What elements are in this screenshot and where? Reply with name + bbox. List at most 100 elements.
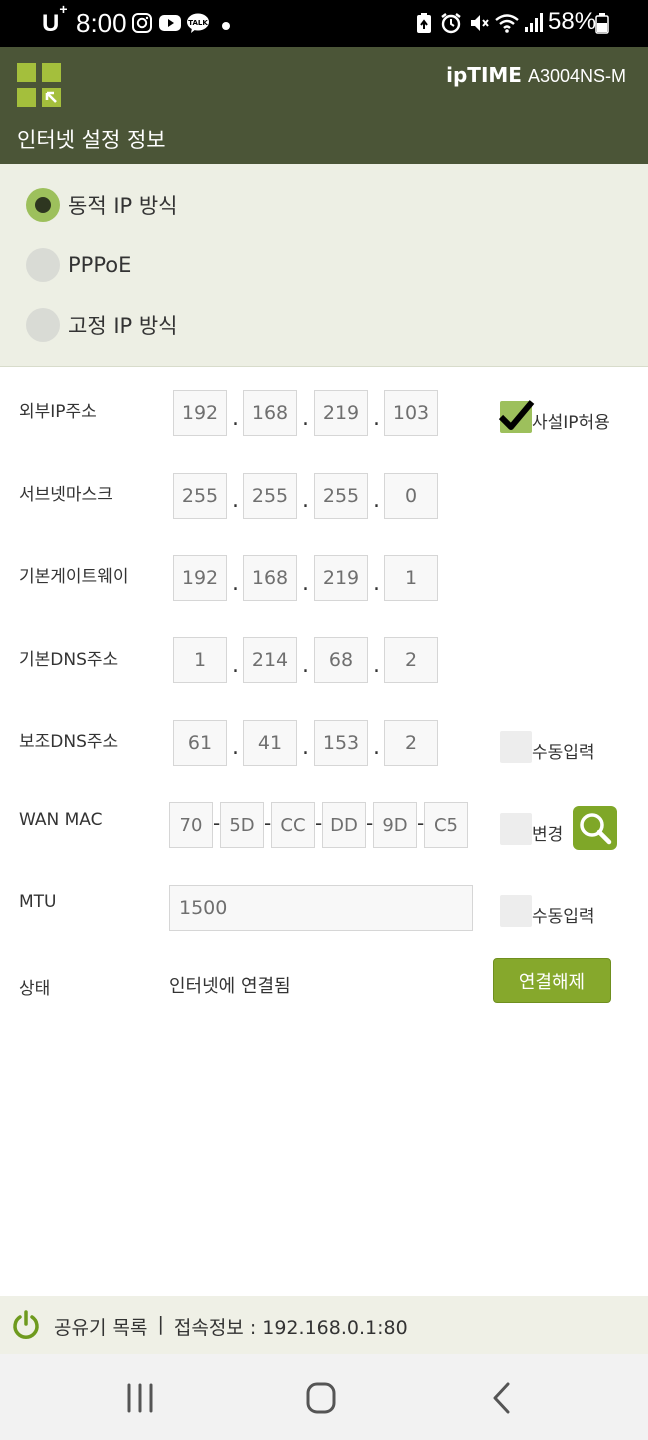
wan-mac-part-1[interactable]: 70 xyxy=(169,802,213,848)
mode-label: PPPoE xyxy=(68,253,132,277)
disconnect-button[interactable]: 연결해제 xyxy=(493,958,611,1003)
private-ip-label: 사설IP허용 xyxy=(532,413,610,433)
power-icon[interactable] xyxy=(10,1309,42,1341)
primary-dns-label: 기본DNS주소 xyxy=(19,650,119,670)
external-ip-octet-4[interactable]: 103 xyxy=(384,390,438,436)
recent-apps-icon[interactable] xyxy=(120,1380,160,1416)
primary-dns-octet-1[interactable]: 1 xyxy=(173,637,227,683)
app-header: ipTIME A3004NS-M 인터넷 설정 정보 xyxy=(0,47,648,164)
youtube-icon xyxy=(159,15,181,31)
mac-search-button[interactable] xyxy=(573,806,617,850)
dot-separator: . xyxy=(302,571,309,596)
gateway-label: 기본게이트웨이 xyxy=(19,567,129,587)
system-nav-bar xyxy=(0,1354,648,1440)
dot-separator: . xyxy=(232,735,239,760)
manual-dns-checkbox[interactable] xyxy=(500,731,532,763)
private-ip-checkbox[interactable] xyxy=(498,400,535,433)
notification-dot xyxy=(222,22,230,30)
subnet-mask-label: 서브넷마스크 xyxy=(19,485,113,505)
mode-pppoe[interactable]: PPPoE xyxy=(26,245,131,285)
connection-mode-group: 동적 IP 방식 PPPoE 고정 IP 방식 xyxy=(0,164,648,367)
primary-dns-octet-2[interactable]: 214 xyxy=(243,637,297,683)
manual-mtu-checkbox[interactable] xyxy=(500,895,532,927)
alarm-icon xyxy=(441,13,461,34)
svg-text:TALK: TALK xyxy=(188,19,208,27)
gateway-octet-3[interactable]: 219 xyxy=(314,555,368,601)
secondary-dns-label: 보조DNS주소 xyxy=(19,732,119,752)
instagram-icon xyxy=(132,13,152,33)
subnet-mask-octet-4[interactable]: 0 xyxy=(384,473,438,519)
dot-separator: . xyxy=(373,488,380,513)
primary-dns-octet-3[interactable]: 68 xyxy=(314,637,368,683)
external-ip-octet-3[interactable]: 219 xyxy=(314,390,368,436)
dot-separator: . xyxy=(232,488,239,513)
secondary-dns-octet-4[interactable]: 2 xyxy=(384,720,438,766)
dot-separator: . xyxy=(373,571,380,596)
footer-bar: 공유기 목록 | 접속정보 : 192.168.0.1:80 xyxy=(0,1296,648,1354)
secondary-dns-octet-3[interactable]: 153 xyxy=(314,720,368,766)
subnet-mask-octet-3[interactable]: 255 xyxy=(314,473,368,519)
brand: ipTIME A3004NS-M xyxy=(446,63,626,87)
app-logo[interactable] xyxy=(17,63,61,107)
wan-mac-part-5[interactable]: 9D xyxy=(373,802,417,848)
dot-separator: . xyxy=(373,735,380,760)
dot-separator: . xyxy=(373,653,380,678)
external-ip-octet-2[interactable]: 168 xyxy=(243,390,297,436)
gateway-octet-4[interactable]: 1 xyxy=(384,555,438,601)
access-info: 접속정보 : 192.168.0.1:80 xyxy=(173,1317,408,1339)
dot-separator: . xyxy=(302,488,309,513)
mode-label: 동적 IP 방식 xyxy=(68,194,178,218)
brand-name: ipTIME xyxy=(446,63,522,87)
page-title: 인터넷 설정 정보 xyxy=(17,128,166,152)
arrow-up-left-icon xyxy=(45,91,57,103)
subnet-mask-octet-1[interactable]: 255 xyxy=(173,473,227,519)
gateway-octet-2[interactable]: 168 xyxy=(243,555,297,601)
wifi-icon xyxy=(495,14,519,33)
back-icon[interactable] xyxy=(483,1380,523,1416)
home-icon[interactable] xyxy=(301,1380,341,1416)
dot-separator: . xyxy=(302,406,309,431)
signal-icon xyxy=(525,13,543,32)
radio-dynamic-ip[interactable] xyxy=(26,188,60,222)
footer-text: 공유기 목록 | 접속정보 : 192.168.0.1:80 xyxy=(54,1313,408,1340)
model-name: A3004NS-M xyxy=(527,66,626,86)
external-ip-label: 외부IP주소 xyxy=(19,402,97,422)
primary-dns-octet-4[interactable]: 2 xyxy=(384,637,438,683)
battery-percentage: 58% xyxy=(548,8,597,35)
mtu-input[interactable]: 1500 xyxy=(169,885,473,931)
wan-mac-part-4[interactable]: DD xyxy=(322,802,366,848)
radio-static-ip[interactable] xyxy=(26,308,60,342)
change-mac-checkbox[interactable] xyxy=(500,813,532,845)
footer-separator: | xyxy=(157,1313,164,1335)
subnet-mask-octet-2[interactable]: 255 xyxy=(243,473,297,519)
search-icon xyxy=(580,813,612,845)
clock: 8:00 xyxy=(76,8,127,38)
carrier-label: U+ xyxy=(42,1,68,37)
battery-icon xyxy=(595,13,609,34)
wan-mac-part-2[interactable]: 5D xyxy=(220,802,264,848)
router-list-link[interactable]: 공유기 목록 xyxy=(54,1313,147,1340)
gateway-octet-1[interactable]: 192 xyxy=(173,555,227,601)
checkmark-icon xyxy=(498,400,535,430)
mode-dynamic-ip[interactable]: 동적 IP 방식 xyxy=(26,185,178,225)
mtu-label: MTU xyxy=(19,892,57,912)
dot-separator: . xyxy=(302,735,309,760)
wan-mac-part-3[interactable]: CC xyxy=(271,802,315,848)
radio-pppoe[interactable] xyxy=(26,248,60,282)
connection-status: 인터넷에 연결됨 xyxy=(169,976,291,997)
dot-separator: . xyxy=(232,653,239,678)
mute-icon xyxy=(471,15,489,31)
dot-separator: . xyxy=(232,406,239,431)
external-ip-octet-1[interactable]: 192 xyxy=(173,390,227,436)
mode-static-ip[interactable]: 고정 IP 방식 xyxy=(26,305,178,345)
manual-dns-label: 수동입력 xyxy=(532,743,595,763)
secondary-dns-octet-1[interactable]: 61 xyxy=(173,720,227,766)
secondary-dns-octet-2[interactable]: 41 xyxy=(243,720,297,766)
change-mac-label: 변경 xyxy=(532,825,564,845)
dot-separator: . xyxy=(232,571,239,596)
manual-mtu-label: 수동입력 xyxy=(532,907,595,927)
dot-separator: . xyxy=(302,653,309,678)
wan-mac-label: WAN MAC xyxy=(19,810,103,830)
wan-mac-part-6[interactable]: C5 xyxy=(424,802,468,848)
kakaotalk-icon: TALK xyxy=(187,13,209,33)
